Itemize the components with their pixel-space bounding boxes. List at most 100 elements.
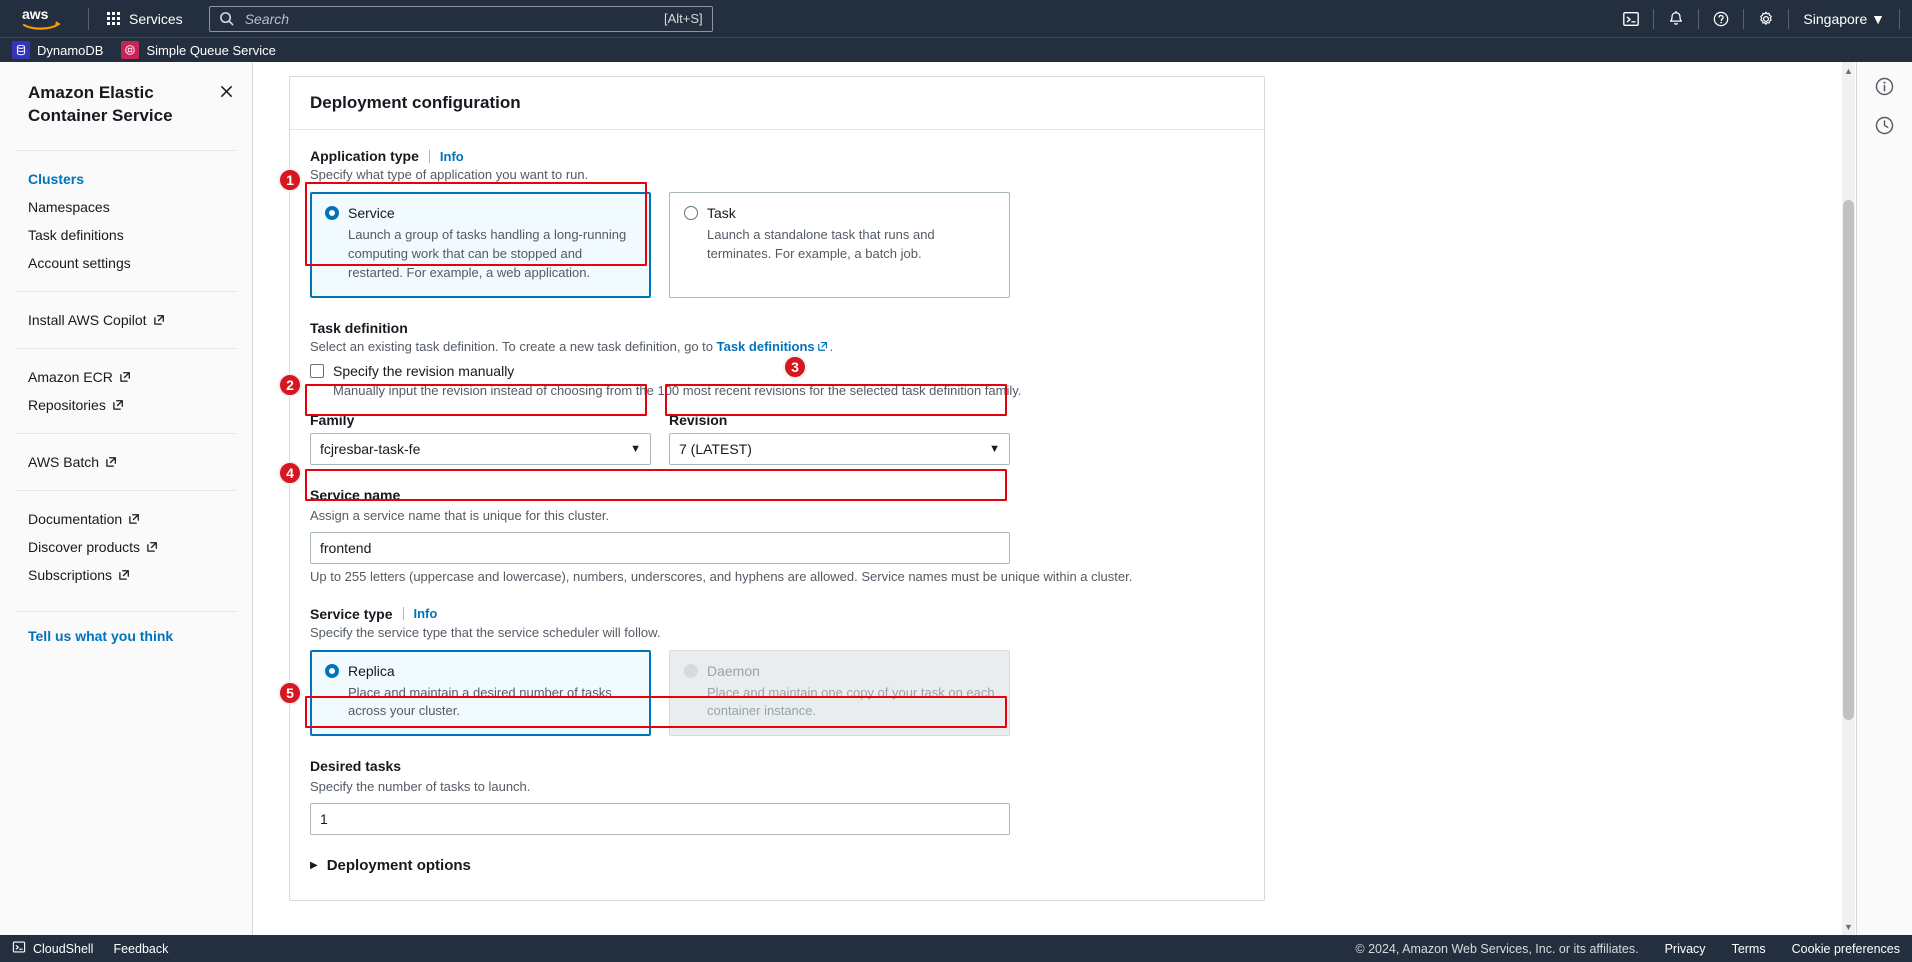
nav-divider: [88, 7, 89, 30]
sidebar-item-task-definitions[interactable]: Task definitions: [0, 221, 252, 249]
sidebar-item-subscriptions[interactable]: Subscriptions: [0, 561, 252, 589]
annotation-badge-1: 1: [278, 168, 302, 192]
sidebar-divider: [16, 489, 236, 491]
task-definition-description-post: .: [829, 338, 834, 354]
sidebar-item-install-aws-copilot[interactable]: Install AWS Copilot: [0, 306, 252, 334]
footer-link-cookie-preferences[interactable]: Cookie preferences: [1792, 942, 1900, 956]
specify-revision-checkbox-row[interactable]: Specify the revision manually: [310, 363, 1244, 379]
annotation-badge-number: 1: [286, 172, 294, 188]
sidebar-item-repositories[interactable]: Repositories: [0, 391, 252, 419]
settings-gear-icon[interactable]: [1744, 0, 1788, 37]
specify-revision-checkbox[interactable]: [310, 363, 324, 378]
service-type-replica-tile[interactable]: Replica Place and maintain a desired num…: [310, 649, 651, 737]
notifications-bell-icon[interactable]: [1654, 0, 1698, 37]
cloudshell-icon[interactable]: [1609, 0, 1653, 37]
task-definition-label: Task definition: [310, 319, 408, 336]
revision-value: 7 (LATEST): [679, 440, 752, 457]
service-name-input[interactable]: frontend: [310, 531, 1010, 564]
service-name-label: Service name: [310, 486, 401, 503]
revision-select[interactable]: 7 (LATEST) ▼: [669, 432, 1010, 465]
application-type-service-tile[interactable]: Service Launch a group of tasks handling…: [310, 192, 651, 298]
radio-service[interactable]: [325, 206, 339, 220]
card-header: Deployment configuration: [290, 77, 1264, 130]
external-link-icon: [146, 541, 158, 553]
chevron-down-icon: ▼: [1871, 10, 1885, 27]
service-type-info-link[interactable]: Info: [414, 606, 438, 621]
annotation-badge-number: 5: [286, 685, 294, 701]
service-shortcut-label: Simple Queue Service: [146, 42, 276, 58]
footer-link-privacy[interactable]: Privacy: [1665, 942, 1706, 956]
external-link-icon: [112, 399, 124, 411]
footer-cloudshell-button[interactable]: CloudShell: [12, 940, 93, 957]
info-circle-icon[interactable]: [1874, 76, 1895, 97]
sidebar-feedback-link[interactable]: Tell us what you think: [0, 618, 252, 654]
tile-title: Replica: [348, 662, 395, 679]
service-type-label-row: Service type Info: [310, 606, 1244, 622]
page-title: Deployment configuration: [310, 93, 521, 112]
label-separator: [428, 149, 430, 163]
history-clock-icon[interactable]: [1874, 115, 1895, 136]
deployment-configuration-card: Deployment configuration Application typ…: [289, 76, 1265, 902]
deployment-options-expander[interactable]: ▶ Deployment options: [310, 857, 1244, 874]
task-definition-description: Select an existing task definition. To c…: [310, 339, 1244, 354]
sidebar-item-documentation[interactable]: Documentation: [0, 505, 252, 533]
radio-replica[interactable]: [325, 663, 339, 678]
radio-task[interactable]: [684, 206, 698, 220]
sidebar-header: Amazon Elastic Container Service: [0, 62, 252, 144]
deployment-options-label: Deployment options: [326, 857, 471, 875]
application-type-tiles: Service Launch a group of tasks handling…: [310, 192, 1244, 298]
application-type-label: Application type: [310, 148, 419, 164]
desired-tasks-input[interactable]: 1: [310, 803, 1010, 836]
service-shortcut-dynamodb[interactable]: DynamoDB: [12, 41, 103, 59]
sidebar-item-label: Install AWS Copilot: [28, 311, 147, 328]
footer-link-terms[interactable]: Terms: [1732, 942, 1766, 956]
revision-field: Revision 7 (LATEST) ▼: [669, 412, 1010, 465]
sidebar-item-label: Amazon ECR: [28, 368, 113, 385]
services-menu-button[interactable]: Services: [99, 6, 191, 32]
sidebar-item-namespaces[interactable]: Namespaces: [0, 193, 252, 221]
tile-title: Service: [348, 205, 395, 221]
global-search-bar[interactable]: [Alt+S]: [208, 5, 713, 32]
sidebar-item-amazon-ecr[interactable]: Amazon ECR: [0, 363, 252, 391]
service-type-section: Service type Info Specify the service ty…: [310, 606, 1244, 737]
service-shortcut-sqs[interactable]: Simple Queue Service: [121, 41, 276, 59]
search-input[interactable]: [242, 9, 656, 28]
right-help-rail: [1856, 62, 1912, 935]
footer-left-group: CloudShell Feedback: [12, 940, 168, 957]
external-link-icon: [119, 371, 131, 383]
close-icon[interactable]: [217, 82, 236, 104]
region-selector-button[interactable]: Singapore ▼: [1789, 11, 1899, 27]
sidebar-item-aws-batch[interactable]: AWS Batch: [0, 448, 252, 476]
footer-feedback-button[interactable]: Feedback: [113, 942, 168, 956]
tile-title: Task: [707, 205, 736, 221]
sidebar-item-account-settings[interactable]: Account settings: [0, 249, 252, 277]
aws-logo[interactable]: aws: [22, 6, 68, 32]
application-type-label-row: Application type Info: [310, 148, 1244, 164]
sqs-icon: [121, 41, 140, 59]
help-circle-icon[interactable]: [1699, 0, 1743, 37]
scroll-up-arrow[interactable]: ▲: [1843, 66, 1854, 76]
nav-separator: [1899, 8, 1900, 29]
desired-tasks-value: 1: [320, 811, 328, 828]
family-select[interactable]: fcjresbar-task-fe ▼: [310, 432, 651, 465]
task-definition-section: Task definition Select an existing task …: [310, 320, 1244, 465]
application-type-task-tile[interactable]: Task Launch a standalone task that runs …: [669, 192, 1010, 298]
application-type-info-link[interactable]: Info: [440, 149, 464, 164]
region-label: Singapore: [1803, 10, 1868, 27]
sidebar-item-clusters[interactable]: Clusters: [0, 165, 252, 193]
annotation-badge-4: 4: [278, 461, 302, 485]
sidebar-item-discover-products[interactable]: Discover products: [0, 533, 252, 561]
page-scrollbar-thumb[interactable]: [1843, 200, 1854, 720]
search-shortcut-hint: [Alt+S]: [664, 11, 703, 26]
sidebar-divider: [16, 149, 236, 151]
annotation-badge-2: 2: [278, 373, 302, 397]
scroll-down-arrow[interactable]: ▼: [1843, 922, 1854, 932]
sidebar-item-label: Account settings: [28, 254, 131, 271]
sidebar-group-batch: AWS Batch: [0, 440, 252, 484]
service-type-tiles: Replica Place and maintain a desired num…: [310, 649, 1244, 737]
desired-tasks-section: Desired tasks Specify the number of task…: [310, 758, 1244, 836]
task-definitions-link[interactable]: Task definitions: [717, 339, 815, 354]
family-revision-row: Family fcjresbar-task-fe ▼ Revision 7 (L…: [310, 412, 1244, 465]
svg-text:aws: aws: [22, 6, 49, 22]
sidebar-item-label: Clusters: [28, 170, 85, 187]
